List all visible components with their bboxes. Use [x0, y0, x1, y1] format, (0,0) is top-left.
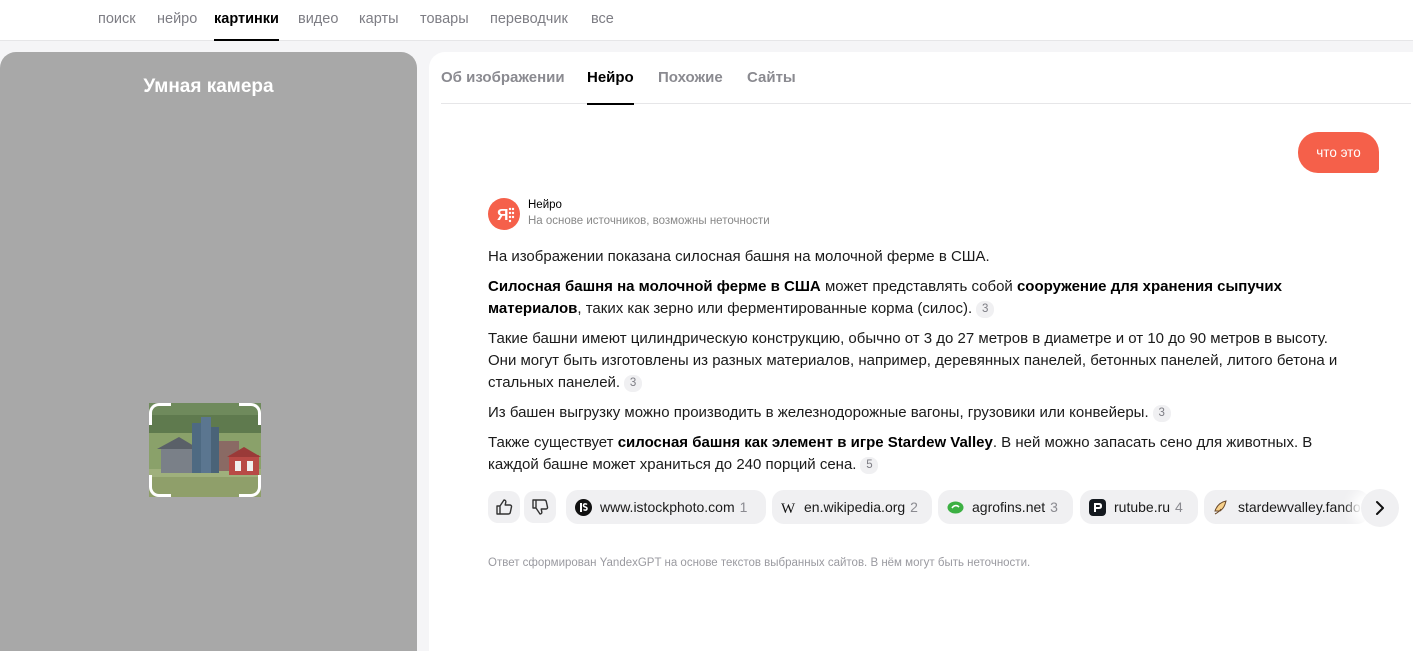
sources-next-button[interactable] [1361, 489, 1399, 527]
smart-camera-title: Умная камера [143, 76, 274, 97]
source-number: 2 [910, 499, 918, 515]
stardew-icon [1214, 500, 1227, 515]
dislike-button[interactable] [524, 491, 556, 523]
tab-neuro[interactable]: Нейро [587, 69, 634, 105]
frame-corner [239, 403, 261, 425]
tab-similar[interactable]: Похожие [658, 69, 723, 104]
user-query-bubble[interactable]: что это [1298, 132, 1379, 173]
source-chip[interactable]: agrofins.net 3 [938, 490, 1073, 524]
source-ref-badge[interactable]: 3 [1152, 405, 1171, 422]
smart-camera-panel: Умная камера [0, 52, 417, 651]
svg-text:Я: Я [497, 207, 509, 224]
answer-text: может представлять собой [820, 278, 1017, 295]
nav-item-video[interactable]: видео [298, 11, 338, 41]
top-nav: поиск нейро картинки видео карты товары … [0, 0, 1413, 41]
source-chip[interactable]: stardewvalley.fandom.com5 [1204, 490, 1369, 524]
like-button[interactable] [488, 491, 520, 523]
ai-disclaimer: На основе источников, возможны неточност… [528, 215, 770, 227]
nav-item-all[interactable]: все [591, 11, 614, 41]
nav-item-maps[interactable]: карты [359, 11, 399, 41]
source-number: 3 [1050, 499, 1058, 515]
source-ref-badge[interactable]: 5 [860, 457, 879, 474]
neuro-logo-icon: Я [488, 198, 520, 230]
source-name: www.istockphoto.com [600, 499, 735, 515]
thumbs-up-icon [496, 499, 513, 515]
istock-icon [575, 499, 592, 516]
agrofins-icon [947, 501, 964, 514]
source-name: agrofins.net [972, 499, 1046, 515]
result-tabs: Об изображении Нейро Похожие Сайты [441, 52, 1411, 105]
answer-text: Такие башни имеют цилиндрическую констру… [488, 330, 1338, 391]
source-chip[interactable]: W en.wikipedia.org 2 [772, 490, 932, 524]
chevron-right-icon [1376, 501, 1384, 515]
highlight-text: Силосная башня на молочной ферме в США [488, 278, 821, 295]
wikipedia-icon: W [781, 501, 796, 516]
nav-item-search[interactable]: поиск [98, 11, 136, 41]
answer-actions: www.istockphoto.com 1 W en.wikipedia.org 2… [488, 489, 1400, 527]
tab-sites[interactable]: Сайты [747, 69, 796, 104]
source-chip[interactable]: www.istockphoto.com 1 [566, 490, 766, 524]
nav-item-products[interactable]: товары [420, 11, 469, 41]
answer-paragraph: Из башен выгрузку можно производить в же… [488, 402, 1348, 424]
answer-text: , таких как зерно или ферментированные к… [577, 300, 973, 317]
answer-paragraph: Такие башни имеют цилиндрическую констру… [488, 328, 1348, 394]
nav-item-translator[interactable]: переводчик [490, 11, 568, 41]
tab-about-image[interactable]: Об изображении [441, 69, 565, 104]
result-panel: Об изображении Нейро Похожие Сайты что э… [429, 52, 1413, 651]
frame-corner [239, 475, 261, 497]
source-ref-badge[interactable]: 3 [976, 301, 995, 318]
source-name: en.wikipedia.org [804, 499, 906, 515]
nav-item-images[interactable]: картинки [214, 11, 279, 41]
source-chip[interactable]: rutube.ru 4 [1080, 490, 1198, 524]
frame-corner [149, 403, 171, 425]
rutube-icon [1089, 499, 1106, 516]
answer-paragraph: Силосная башня на молочной ферме в США м… [488, 276, 1348, 320]
answer-paragraph: На изображении показана силосная башня н… [488, 248, 990, 265]
source-name: stardewvalley.fandom.com [1238, 499, 1369, 515]
query-image-thumbnail[interactable] [149, 403, 261, 497]
source-number: 4 [1175, 499, 1183, 515]
frame-corner [149, 475, 171, 497]
nav-item-neuro[interactable]: нейро [157, 11, 197, 41]
ai-answer: На изображении показана силосная башня н… [488, 246, 1348, 484]
thumbs-down-icon [532, 499, 549, 515]
highlight-text: силосная башня как элемент в игре Starde… [617, 434, 993, 451]
answer-paragraph: Также существует силосная башня как элем… [488, 432, 1348, 476]
source-name: rutube.ru [1114, 499, 1171, 515]
svg-text:W: W [781, 501, 796, 516]
answer-footer-disclaimer: Ответ сформирован YandexGPT на основе те… [488, 557, 1031, 569]
answer-text: Из башен выгрузку можно производить в же… [488, 404, 1149, 421]
source-ref-badge[interactable]: 3 [624, 375, 643, 392]
source-number: 1 [739, 499, 748, 515]
answer-text: Также существует [488, 434, 618, 451]
ai-name: Нейро [528, 199, 562, 211]
